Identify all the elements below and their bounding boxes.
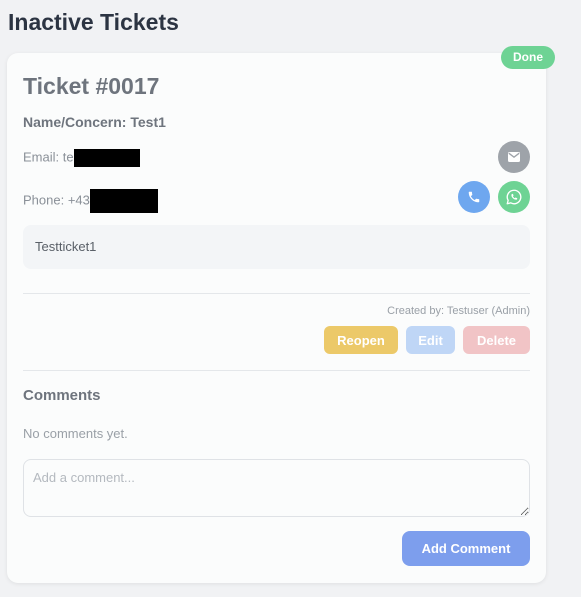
comments-heading: Comments [23, 387, 101, 404]
email-button[interactable] [498, 141, 530, 173]
whatsapp-button[interactable] [498, 181, 530, 213]
whatsapp-icon [506, 189, 522, 205]
divider [23, 370, 530, 371]
ticket-card: Ticket #0017 Name/Concern: Test1 Email: … [7, 53, 546, 583]
divider [23, 293, 530, 294]
phone-icon [468, 191, 480, 203]
call-button[interactable] [458, 181, 490, 213]
ticket-number: Ticket #0017 [23, 73, 160, 99]
no-comments-text: No comments yet. [23, 426, 128, 441]
page-title: Inactive Tickets [8, 9, 179, 35]
delete-button[interactable]: Delete [463, 326, 530, 354]
phone-row: Phone: +43 [23, 189, 158, 213]
status-badge: Done [501, 46, 555, 69]
add-comment-button[interactable]: Add Comment [402, 531, 530, 566]
redacted-email [73, 149, 140, 167]
comment-input[interactable] [23, 459, 530, 517]
ticket-concern: Name/Concern: Test1 [23, 114, 166, 130]
redacted-phone [89, 189, 158, 213]
created-by: Created by: Testuser (Admin) [387, 305, 530, 317]
envelope-icon [508, 152, 520, 162]
email-label: Email: te [23, 149, 74, 165]
ticket-description: Testticket1 [23, 225, 530, 269]
email-row: Email: te [23, 149, 140, 167]
reopen-button[interactable]: Reopen [324, 326, 398, 354]
phone-label: Phone: +43 [23, 192, 90, 208]
edit-button[interactable]: Edit [406, 326, 455, 354]
